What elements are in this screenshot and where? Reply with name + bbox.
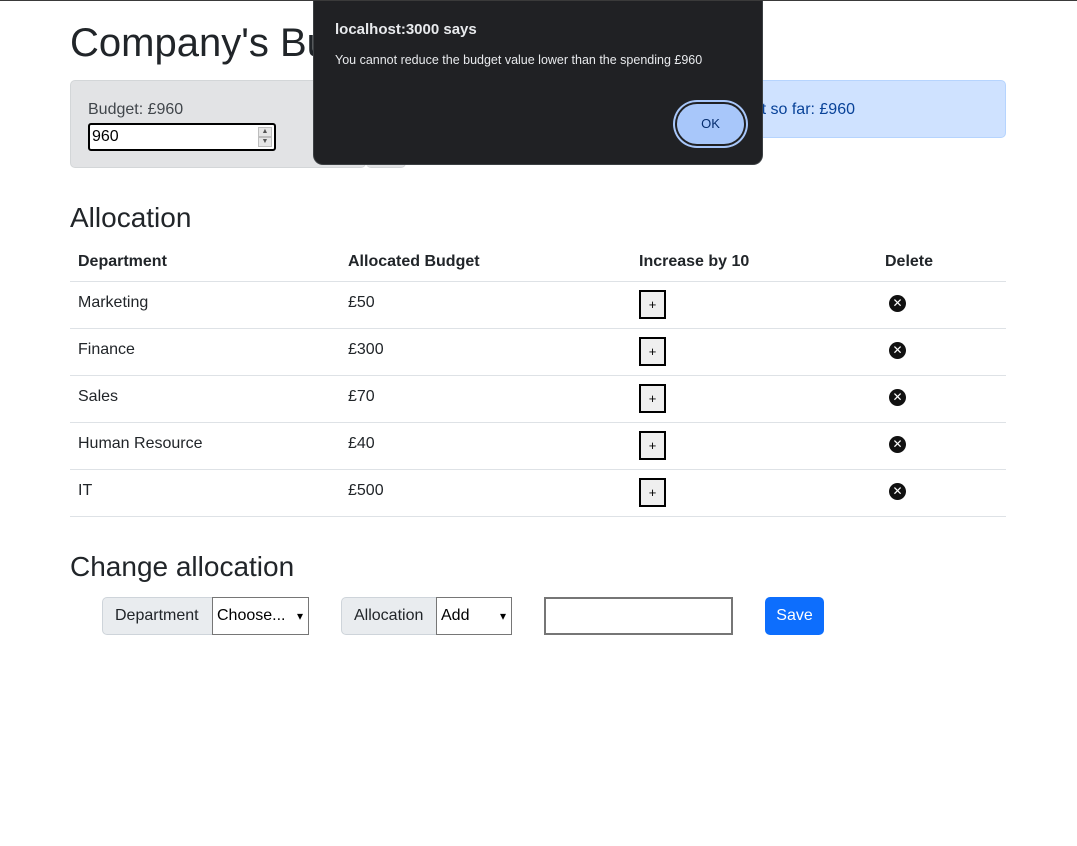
department-label: Department	[102, 597, 213, 635]
page-title: Company's Bu	[70, 21, 329, 65]
increase-button[interactable]: +	[639, 337, 666, 366]
department-selected-value: Choose...	[217, 607, 286, 624]
allocation-label: Allocation	[341, 597, 437, 635]
spin-up-icon[interactable]: ▲	[258, 127, 272, 137]
table-row: Human Resource £40 + ✕	[70, 422, 1006, 470]
increase-button[interactable]: +	[639, 431, 666, 460]
increase-button[interactable]: +	[639, 478, 666, 507]
table-row: IT £500 + ✕	[70, 469, 1006, 517]
table-row: Marketing £50 + ✕	[70, 281, 1006, 329]
ok-button[interactable]: OK	[677, 104, 744, 144]
spent-card: t so far: £960	[730, 80, 1006, 138]
dialog-title: localhost:3000 says	[335, 21, 477, 38]
table-row: Sales £70 + ✕	[70, 375, 1006, 423]
budget-input-wrapper: ▲ ▼	[88, 123, 276, 151]
column-header-allocated-budget: Allocated Budget	[340, 242, 631, 282]
spent-label: t so far: £960	[761, 101, 855, 118]
department-select[interactable]: Choose... ▾	[212, 597, 309, 635]
close-circle-icon[interactable]: ✕	[889, 342, 906, 359]
budget-spinner[interactable]: ▲ ▼	[258, 127, 272, 147]
department-name: Human Resource	[78, 435, 203, 452]
allocation-heading: Allocation	[70, 202, 192, 233]
close-circle-icon[interactable]: ✕	[889, 295, 906, 312]
spin-down-icon[interactable]: ▼	[258, 137, 272, 147]
dialog-message: You cannot reduce the budget value lower…	[335, 53, 703, 67]
chevron-down-icon: ▾	[499, 609, 506, 623]
allocation-selected-value: Add	[441, 607, 470, 624]
allocated-budget: £500	[348, 482, 384, 499]
alert-dialog: localhost:3000 says You cannot reduce th…	[313, 1, 763, 165]
allocated-budget: £40	[348, 435, 375, 452]
column-header-department: Department	[70, 242, 340, 282]
increase-button[interactable]: +	[639, 384, 666, 413]
save-button[interactable]: Save	[765, 597, 824, 635]
department-name: Finance	[78, 341, 135, 358]
change-allocation-form: Department Choose... ▾ Allocation Add ▾ …	[102, 597, 1002, 635]
allocation-table: Department Allocated Budget Increase by …	[70, 242, 1006, 517]
table-header-row: Department Allocated Budget Increase by …	[70, 242, 1006, 282]
allocated-budget: £50	[348, 294, 375, 311]
allocated-budget: £300	[348, 341, 384, 358]
table-row: Finance £300 + ✕	[70, 328, 1006, 376]
budget-input[interactable]	[90, 125, 254, 149]
budget-label: Budget: £960	[88, 101, 184, 118]
change-allocation-heading: Change allocation	[70, 551, 295, 582]
close-circle-icon[interactable]: ✕	[889, 483, 906, 500]
allocated-budget: £70	[348, 388, 375, 405]
department-name: Sales	[78, 388, 119, 405]
allocation-select[interactable]: Add ▾	[436, 597, 512, 635]
increase-button[interactable]: +	[639, 290, 666, 319]
column-header-increase: Increase by 10	[631, 242, 877, 282]
cost-input[interactable]	[544, 597, 733, 635]
department-name: Marketing	[78, 294, 149, 311]
department-name: IT	[78, 482, 93, 499]
chevron-down-icon: ▾	[296, 609, 303, 623]
close-circle-icon[interactable]: ✕	[889, 436, 906, 453]
column-header-delete: Delete	[877, 242, 1006, 282]
close-circle-icon[interactable]: ✕	[889, 389, 906, 406]
